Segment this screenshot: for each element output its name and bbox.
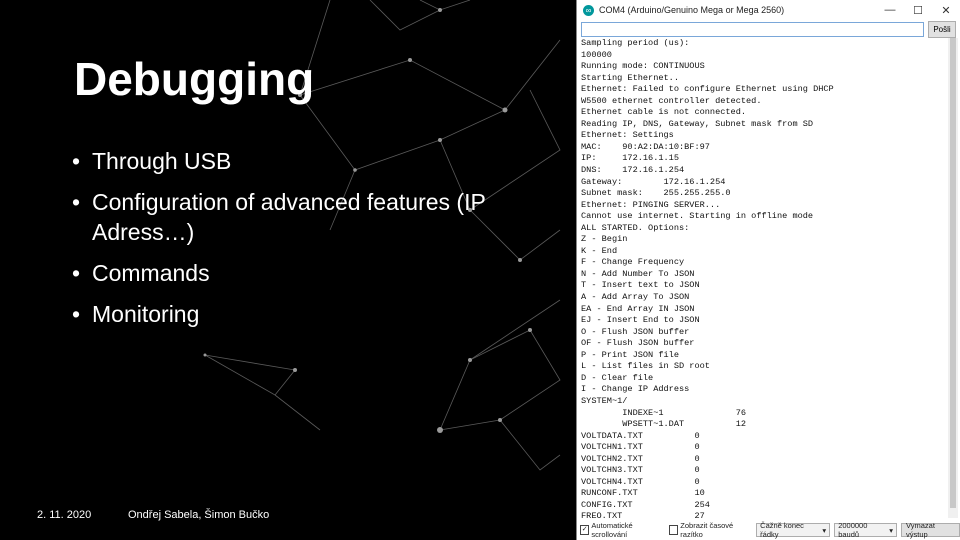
checkbox-unchecked-icon	[668, 525, 679, 535]
serial-output-line: Subnet mask: 255.255.255.0	[581, 188, 731, 199]
serial-output-line: VOLTCHN2.TXT 0	[581, 453, 700, 464]
serial-output-line: DNS: 172.16.1.254	[581, 165, 685, 176]
serial-output-line: T - Insert text to JSON	[581, 280, 700, 291]
serial-output-line: CONFIG.TXT 254	[581, 499, 710, 510]
autoscroll-label: Automatické scrollování	[591, 521, 633, 539]
baud-select[interactable]: 2000000 baudů ▾	[834, 521, 897, 539]
output-scrollbar[interactable]	[948, 38, 958, 518]
bullet-list: Through USB Configuration of advanced fe…	[72, 146, 512, 340]
chevron-down-icon: ▾	[889, 525, 893, 535]
serial-output-line: K - End	[581, 245, 618, 256]
serial-output-line: D - Clear file	[581, 372, 654, 383]
serial-output-line: IP: 172.16.1.15	[581, 153, 679, 164]
timestamp-toggle[interactable]: Zobrazit časové razítko	[668, 521, 752, 539]
footer-authors: Ondřej Sabela, Šimon Bučko	[128, 509, 270, 521]
serial-output-line: W5500 ethernet controller detected.	[581, 95, 762, 106]
serial-output-line: Ethernet: PINGING SERVER...	[581, 199, 721, 210]
serial-output-line: L - List files in SD root	[581, 361, 710, 372]
serial-output-line: INDEXE~1 76	[581, 407, 747, 418]
serial-output-line: FREQ.TXT 27	[581, 511, 705, 518]
serial-output-line: VOLTCHN4.TXT 0	[581, 476, 700, 487]
close-button[interactable]: ✕	[932, 4, 960, 17]
bullet-item: Configuration of advanced features (IP A…	[72, 187, 512, 247]
serial-output-line: Sampling period (us):	[581, 38, 690, 48]
serial-output-line: N - Add Number To JSON	[581, 268, 695, 279]
autoscroll-toggle[interactable]: ✓ Automatické scrollování	[580, 521, 665, 539]
serial-output-line: VOLTCHN3.TXT 0	[581, 465, 700, 476]
arduino-icon: ∞	[583, 4, 594, 16]
serial-output-line: P - Print JSON file	[581, 349, 679, 360]
serial-output-line: Ethernet: Settings	[581, 130, 674, 141]
send-button[interactable]: Pošli	[928, 20, 956, 38]
minimize-button[interactable]: —	[876, 4, 904, 17]
serial-output-line: EA - End Array IN JSON	[581, 303, 695, 314]
serial-output-line: RUNCONF.TXT 10	[581, 488, 705, 499]
send-bar: Pošli	[577, 20, 960, 38]
serial-output-line: Cannot use internet. Starting in offline…	[581, 211, 814, 222]
serial-output[interactable]: Sampling period (us): 100000 Running mode:…	[581, 38, 947, 518]
serial-monitor-window: ∞ COM4 (Arduino/Genuino Mega or Mega 256…	[576, 0, 960, 540]
serial-output-line: WPSETT~1.DAT 12	[581, 419, 747, 430]
serial-output-line: Gateway: 172.16.1.254	[581, 176, 726, 187]
serial-output-line: Ethernet: Failed to configure Ethernet u…	[581, 84, 834, 95]
slide-title: Debugging	[74, 53, 315, 105]
maximize-button[interactable]: ☐	[904, 4, 932, 17]
chevron-down-icon: ▾	[822, 525, 827, 535]
serial-output-line: VOLTCHN1.TXT 0	[581, 442, 700, 453]
serial-input[interactable]	[581, 21, 924, 37]
serial-output-line: EJ - Insert End to JSON	[581, 315, 700, 326]
bullet-item: Monitoring	[72, 299, 512, 329]
serial-output-line: Starting Ethernet..	[581, 72, 679, 83]
serial-output-line: Running mode: CONTINUOUS	[581, 61, 705, 72]
checkbox-checked-icon: ✓	[580, 525, 590, 535]
serial-output-line: Ethernet cable is not connected.	[581, 107, 747, 118]
bullet-item: Commands	[72, 258, 512, 288]
serial-output-line: VOLTDATA.TXT 0	[581, 430, 700, 441]
serial-output-line: Z - Begin	[581, 234, 628, 245]
scrollbar-thumb[interactable]	[950, 38, 956, 508]
line-ending-select[interactable]: Čažně konec řádky ▾	[756, 521, 831, 539]
footer-date: 2. 11. 2020	[37, 509, 92, 521]
serial-output-line: ALL STARTED. Options:	[581, 222, 690, 233]
serial-output-line: SYSTEM~1/	[581, 395, 628, 406]
window-title: COM4 (Arduino/Genuino Mega or Mega 2560)	[599, 5, 785, 15]
serial-output-line: OF - Flush JSON buffer	[581, 338, 695, 349]
window-titlebar: ∞ COM4 (Arduino/Genuino Mega or Mega 256…	[577, 0, 960, 20]
serial-output-line: I - Change IP Address	[581, 384, 690, 395]
timestamp-label: Zobrazit časové razítko	[680, 521, 734, 539]
serial-output-line: Reading IP, DNS, Gateway, Subnet mask fr…	[581, 118, 814, 129]
bullet-item: Through USB	[72, 146, 512, 176]
status-bar: ✓ Automatické scrollování Zobrazit časov…	[577, 520, 960, 540]
serial-output-line: 100000	[581, 49, 612, 60]
serial-output-line: A - Add Array To JSON	[581, 292, 690, 303]
clear-output-button[interactable]: Vymazat výstup	[901, 521, 960, 539]
serial-output-line: MAC: 90:A2:DA:10:BF:97	[581, 141, 710, 152]
serial-output-line: F - Change Frequency	[581, 257, 685, 268]
serial-output-line: O - Flush JSON buffer	[581, 326, 690, 337]
